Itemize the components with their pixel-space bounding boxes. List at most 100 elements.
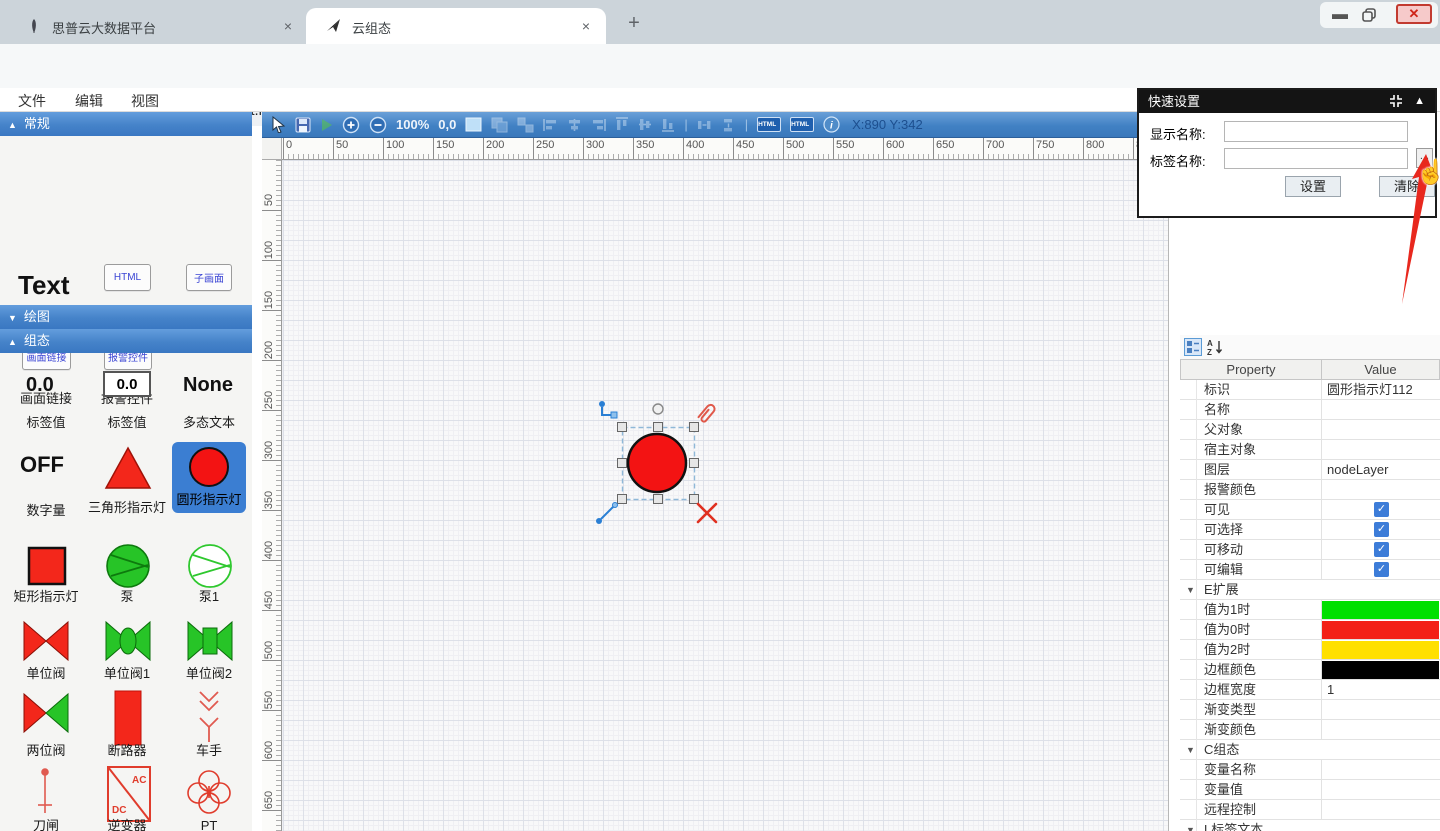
property-value[interactable] [1322,640,1440,660]
propgrid-row-1[interactable]: 名称 [1180,400,1440,420]
property-value[interactable]: 圆形指示灯112 [1322,380,1440,400]
propgrid-row-4[interactable]: 图层nodeLayer [1180,460,1440,480]
pointer-tool-icon[interactable] [271,116,286,133]
palette-item-tagvalue[interactable]: 0.0 [26,374,54,397]
distribute-v-icon[interactable] [721,118,736,132]
category-triangle-icon[interactable]: ▼ [1186,740,1195,760]
property-value[interactable] [1322,760,1440,780]
palette-item-triangle-indicator[interactable] [102,444,154,492]
tab-dashboard[interactable]: 思普云大数据平台 × [10,8,302,44]
minimize-button[interactable]: ▬ [1332,6,1348,24]
propgrid-row-10[interactable]: E扩展▼ [1180,580,1440,600]
propgrid-row-13[interactable]: 值为2时 [1180,640,1440,660]
propgrid-row-20[interactable]: 变量值 [1180,780,1440,800]
line-tool-icon[interactable] [596,503,618,525]
property-value[interactable]: 1 [1322,680,1440,700]
run-icon[interactable] [320,118,333,132]
ungroup-icon[interactable] [517,117,534,133]
align-right-icon[interactable] [591,118,606,132]
panel-collapse-arrow-icon[interactable]: ▲ [1414,90,1425,113]
save-icon[interactable] [295,117,311,133]
html-export-icon[interactable]: HTML [757,117,781,132]
palette-item-pump[interactable] [104,542,152,590]
property-value[interactable] [1322,440,1440,460]
property-value[interactable]: nodeLayer [1322,460,1440,480]
property-value[interactable] [1322,660,1440,680]
propgrid-row-15[interactable]: 边框宽度1 [1180,680,1440,700]
collapse-dock-icon[interactable] [1389,94,1403,108]
palette-item-rect-indicator[interactable] [26,545,68,587]
align-left-icon[interactable] [543,118,558,132]
new-tab-button[interactable]: + [622,12,646,35]
categorized-view-icon[interactable] [1184,338,1202,356]
tag-name-input[interactable] [1224,148,1408,169]
palette-item-subscreen[interactable]: 子画面 [186,264,232,291]
palette-item-valve[interactable] [22,620,70,662]
palette-item-html[interactable]: HTML [104,264,151,291]
align-top-icon[interactable] [615,117,629,132]
propgrid-row-0[interactable]: 标识圆形指示灯112 [1180,380,1440,400]
color-swatch[interactable] [1322,661,1439,679]
palette-section-zutai[interactable]: ▲组态 [0,329,252,353]
propgrid-row-16[interactable]: 渐变类型 [1180,700,1440,720]
palette-item-chehand[interactable] [190,690,228,744]
propgrid-row-17[interactable]: 渐变颜色 [1180,720,1440,740]
propgrid-row-8[interactable]: 可移动✓ [1180,540,1440,560]
circle-indicator-shape[interactable] [628,434,686,492]
quick-settings-title[interactable]: 快速设置 ▲ [1139,90,1435,113]
propgrid-row-5[interactable]: 报警颜色 [1180,480,1440,500]
zoom-out-icon[interactable] [369,116,387,134]
canvas-settings-icon[interactable] [465,117,482,132]
align-middle-icon[interactable] [638,117,652,132]
palette-item-circle-indicator-selected[interactable]: 圆形指示灯 [172,442,246,513]
palette-item-twovalve[interactable] [22,692,70,734]
selected-shape-group[interactable] [577,382,737,542]
attach-paperclip-icon[interactable] [698,403,716,422]
palette-item-knife-switch[interactable] [36,767,54,817]
palette-item-pt[interactable] [185,768,233,816]
propgrid-row-12[interactable]: 值为0时 [1180,620,1440,640]
align-center-icon[interactable] [567,118,582,132]
tab-close-icon[interactable]: × [280,18,296,34]
propgrid-row-3[interactable]: 宿主对象 [1180,440,1440,460]
color-swatch[interactable] [1322,601,1439,619]
palette-item-valve1[interactable] [104,620,152,662]
property-value[interactable] [1322,600,1440,620]
connector-icon[interactable] [599,401,617,418]
tab-scada-editor[interactable]: 云组态 × [306,8,606,44]
palette-item-valve2[interactable] [186,620,234,662]
palette-item-multitext[interactable]: None [183,374,233,397]
property-value[interactable] [1322,620,1440,640]
palette-item-pump1[interactable] [186,542,234,590]
menu-edit[interactable]: 编辑 [75,91,103,111]
tab-close-icon[interactable]: × [578,18,594,34]
zoom-in-icon[interactable] [342,116,360,134]
palette-item-inverter[interactable]: ACDC [106,765,152,823]
checkbox-checked-icon[interactable]: ✓ [1374,542,1389,557]
property-value[interactable] [1322,780,1440,800]
propgrid-row-22[interactable]: L标签文本▼ [1180,820,1440,831]
property-value[interactable] [1322,420,1440,440]
distribute-h-icon[interactable] [697,118,712,132]
palette-section-general[interactable]: ▲常规 [0,112,252,136]
html-import-icon[interactable]: HTML [790,117,814,132]
property-value[interactable]: ✓ [1322,500,1440,520]
palette-item-tagvalue-boxed[interactable]: 0.0 [103,371,151,397]
property-value[interactable] [1322,400,1440,420]
property-value[interactable] [1322,720,1440,740]
display-name-input[interactable] [1224,121,1408,142]
property-value[interactable] [1322,800,1440,820]
info-icon[interactable]: i [823,116,840,133]
propgrid-row-19[interactable]: 变量名称 [1180,760,1440,780]
checkbox-checked-icon[interactable]: ✓ [1374,522,1389,537]
color-swatch[interactable] [1322,621,1439,639]
checkbox-checked-icon[interactable]: ✓ [1374,562,1389,577]
maximize-button[interactable] [1362,8,1377,22]
group-icon[interactable] [491,117,508,133]
property-value[interactable] [1322,480,1440,500]
menu-file[interactable]: 文件 [18,91,46,111]
checkbox-checked-icon[interactable]: ✓ [1374,502,1389,517]
category-triangle-icon[interactable]: ▼ [1186,820,1195,831]
propgrid-row-14[interactable]: 边框颜色 [1180,660,1440,680]
property-value[interactable]: ✓ [1322,520,1440,540]
